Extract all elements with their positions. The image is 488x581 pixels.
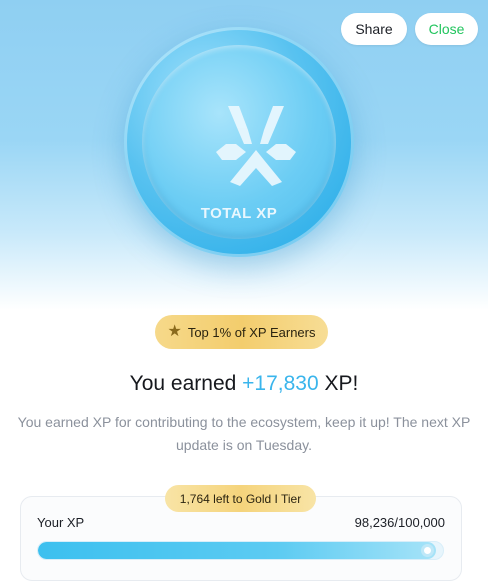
badge-text: Top 1% of XP Earners (187, 324, 316, 340)
xp-earned-amount: +17,830 (242, 372, 319, 395)
top-earners-badge: ★ Top 1% of XP Earners (155, 315, 328, 349)
coin-face: TOTAL XP (142, 45, 336, 239)
earned-headline: You earned +17,830 XP! (0, 372, 488, 396)
xp-progress-bar (37, 541, 444, 560)
coin-label: TOTAL XP (200, 205, 278, 222)
close-button[interactable]: Close (415, 13, 478, 45)
coin-rim: TOTAL XP (124, 27, 354, 257)
xp-progress-fill (38, 542, 436, 559)
headline-prefix: You earned (129, 372, 243, 395)
your-xp-label: Your XP (37, 515, 85, 530)
tier-remaining-pill: 1,764 left to Gold I Tier (165, 485, 316, 512)
star-icon: ★ (167, 323, 182, 340)
total-xp-coin: TOTAL XP (124, 27, 354, 257)
earned-description: You earned XP for contributing to the ec… (17, 414, 471, 453)
progress-knob-icon (420, 544, 434, 557)
your-xp-value: 98,236/100,000 (354, 515, 445, 530)
xp-logo-icon (216, 106, 296, 186)
headline-suffix: XP! (318, 372, 359, 395)
